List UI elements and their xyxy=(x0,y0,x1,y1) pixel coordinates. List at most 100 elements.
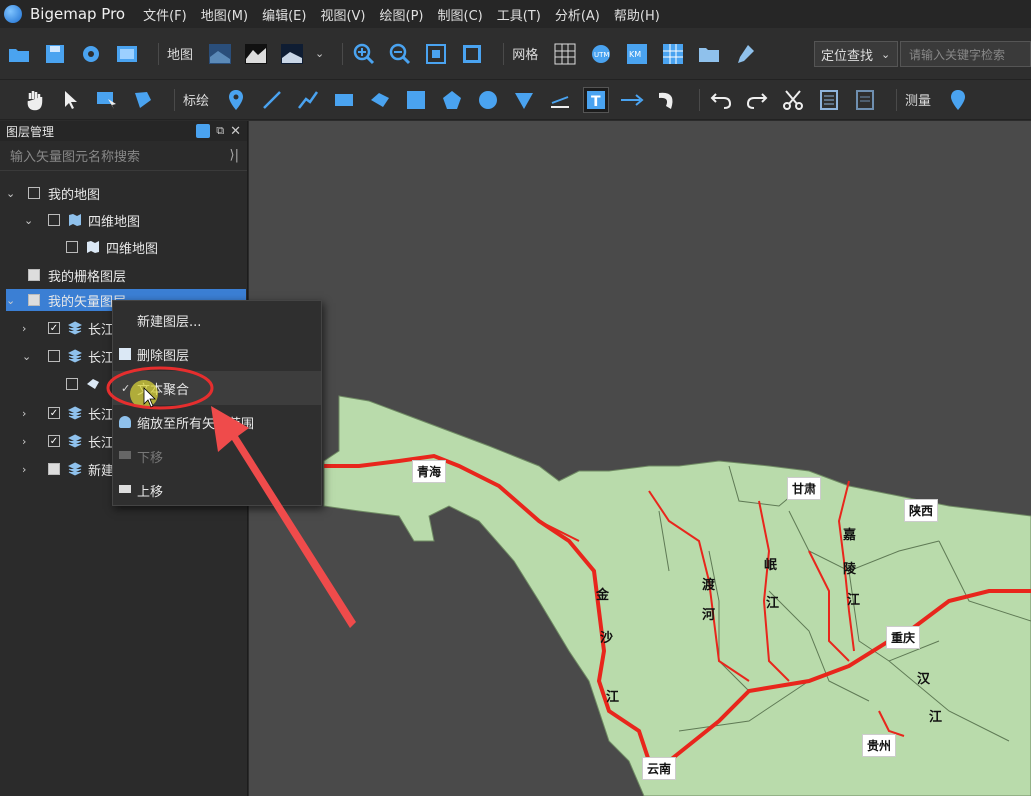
square-icon[interactable] xyxy=(403,87,429,113)
checkbox[interactable] xyxy=(48,350,60,362)
measure-pin-icon[interactable] xyxy=(945,87,971,113)
fullscreen-icon[interactable] xyxy=(459,41,485,67)
chevron-down-icon[interactable]: ⌄ xyxy=(22,350,36,363)
checkbox-checked[interactable]: ✓ xyxy=(48,435,60,447)
tree-item-raster-layers[interactable]: 我的栅格图层 xyxy=(6,262,126,288)
menu-tools[interactable]: 工具(T) xyxy=(497,5,541,24)
layers-icon xyxy=(68,321,82,335)
arrow-right-icon[interactable] xyxy=(619,87,645,113)
line-icon[interactable] xyxy=(259,87,285,113)
globe-grid-icon[interactable]: UTM xyxy=(588,41,614,67)
float-window-icon[interactable]: ⧉ xyxy=(216,124,224,138)
tree-item-text-feature[interactable] xyxy=(52,371,106,397)
select-arrow-icon[interactable] xyxy=(58,87,84,113)
map-svg[interactable] xyxy=(249,121,1031,796)
pentagon-icon[interactable] xyxy=(439,87,465,113)
checkbox[interactable] xyxy=(48,214,60,226)
satellite-map-icon[interactable] xyxy=(207,41,233,67)
river-label: 岷 xyxy=(764,558,778,573)
km-grid-icon[interactable]: KM xyxy=(624,41,650,67)
checkbox-checked[interactable]: ✓ xyxy=(48,322,60,334)
zoom-out-icon[interactable] xyxy=(387,41,413,67)
chevron-right-icon[interactable]: › xyxy=(22,407,36,420)
map-label: 地图 xyxy=(167,48,194,63)
menu-analysis[interactable]: 分析(A) xyxy=(555,5,600,24)
open-folder-icon[interactable] xyxy=(6,41,32,67)
svg-text:KM: KM xyxy=(629,50,641,59)
folder-icon[interactable] xyxy=(696,41,722,67)
polygon-select-icon[interactable] xyxy=(130,87,156,113)
pan-hand-icon[interactable] xyxy=(22,87,48,113)
checkbox-checked[interactable]: ✓ xyxy=(48,407,60,419)
grid-icon[interactable] xyxy=(552,41,578,67)
menu-view[interactable]: 视图(V) xyxy=(320,5,365,24)
curve-arrow-icon[interactable] xyxy=(655,87,681,113)
separator xyxy=(174,88,175,111)
chevron-down-icon[interactable]: ⌄ xyxy=(6,294,20,307)
chevron-down-icon[interactable]: ⌄ xyxy=(24,214,38,227)
map-canvas[interactable]: 青海 甘肃 陕西 重庆 贵州 云南 金 沙 江 渡 河 岷 江 嘉 陵 江 汉 … xyxy=(249,121,1031,796)
tree-item-changjiang-1[interactable]: › ✓ 长江 xyxy=(22,315,114,341)
menu-new-layer[interactable]: 新建图层... xyxy=(113,303,321,337)
tree-item-siwei-group[interactable]: ⌄ 四维地图 xyxy=(24,207,140,233)
layer-search-input[interactable]: 输入矢量图元名称搜索 ⟩| xyxy=(0,141,247,171)
close-icon[interactable]: ✕ xyxy=(230,124,241,139)
river-label: 江 xyxy=(606,690,620,705)
save-icon[interactable] xyxy=(42,41,68,67)
river-label: 陵 xyxy=(843,562,857,577)
polyline-icon[interactable] xyxy=(295,87,321,113)
rect-select-icon[interactable] xyxy=(94,87,120,113)
search-icon[interactable] xyxy=(196,124,211,138)
svg-text:T: T xyxy=(591,94,601,110)
measure-label: 测量 xyxy=(905,94,932,109)
menu-file[interactable]: 文件(F) xyxy=(143,5,187,24)
tree-item-my-map[interactable]: ⌄ 我的地图 xyxy=(6,180,100,206)
marker-icon[interactable] xyxy=(223,87,249,113)
circle-icon[interactable] xyxy=(475,87,501,113)
redo-icon[interactable] xyxy=(744,87,770,113)
chevron-right-icon[interactable]: › xyxy=(22,435,36,448)
checkbox[interactable] xyxy=(28,294,40,306)
checkbox[interactable] xyxy=(66,378,78,390)
tree-item-label: 四维地图 xyxy=(88,214,141,230)
rectangle-icon[interactable] xyxy=(331,87,357,113)
zoom-extent-icon[interactable] xyxy=(423,41,449,67)
sector-icon[interactable] xyxy=(511,87,537,113)
menu-edit[interactable]: 编辑(E) xyxy=(262,5,306,24)
map-label-gansu: 甘肃 xyxy=(787,477,822,500)
undo-icon[interactable] xyxy=(708,87,734,113)
menu-help[interactable]: 帮助(H) xyxy=(614,5,660,24)
menu-map[interactable]: 地图(M) xyxy=(201,5,248,24)
document-icon[interactable] xyxy=(852,87,878,113)
tree-item-siwei-map[interactable]: 四维地图 xyxy=(52,234,158,260)
separator xyxy=(896,88,898,111)
locate-mode-select[interactable]: 定位查找 ⌄ xyxy=(814,41,898,67)
text-tool-icon[interactable]: T xyxy=(583,86,610,113)
measure-line-icon[interactable] xyxy=(547,87,573,113)
latlng-grid-icon[interactable] xyxy=(660,41,686,67)
checkbox[interactable] xyxy=(66,241,78,253)
image-icon[interactable] xyxy=(114,41,140,67)
scissors-icon[interactable] xyxy=(780,87,806,113)
parallelogram-icon[interactable] xyxy=(367,87,393,113)
chevron-down-icon[interactable]: ⌄ xyxy=(6,187,20,200)
chevron-right-icon[interactable]: › xyxy=(22,322,36,335)
chevron-right-icon[interactable]: › xyxy=(22,463,36,476)
menu-draw[interactable]: 绘图(P) xyxy=(380,5,424,24)
terrain-map-icon[interactable] xyxy=(243,41,269,67)
collapse-icon[interactable]: ⟩| xyxy=(230,148,239,163)
map-source-icon[interactable] xyxy=(279,41,305,67)
zoom-in-icon[interactable] xyxy=(351,41,377,67)
settings-gear-icon[interactable] xyxy=(78,41,104,67)
keyword-search-input[interactable]: 请输入关键字检索 xyxy=(900,41,1031,67)
menu-cartography[interactable]: 制图(C) xyxy=(438,5,483,24)
locate-select-label: 定位查找 xyxy=(821,48,874,64)
checkbox[interactable] xyxy=(28,269,40,281)
checkbox[interactable] xyxy=(28,187,40,199)
brush-clear-icon[interactable] xyxy=(732,41,758,67)
checkbox[interactable] xyxy=(48,463,60,475)
river-label: 嘉 xyxy=(843,528,857,543)
text-feature-icon xyxy=(87,379,99,389)
attribute-table-icon[interactable] xyxy=(816,87,842,113)
chevron-down-icon[interactable]: ⌄ xyxy=(315,47,324,60)
